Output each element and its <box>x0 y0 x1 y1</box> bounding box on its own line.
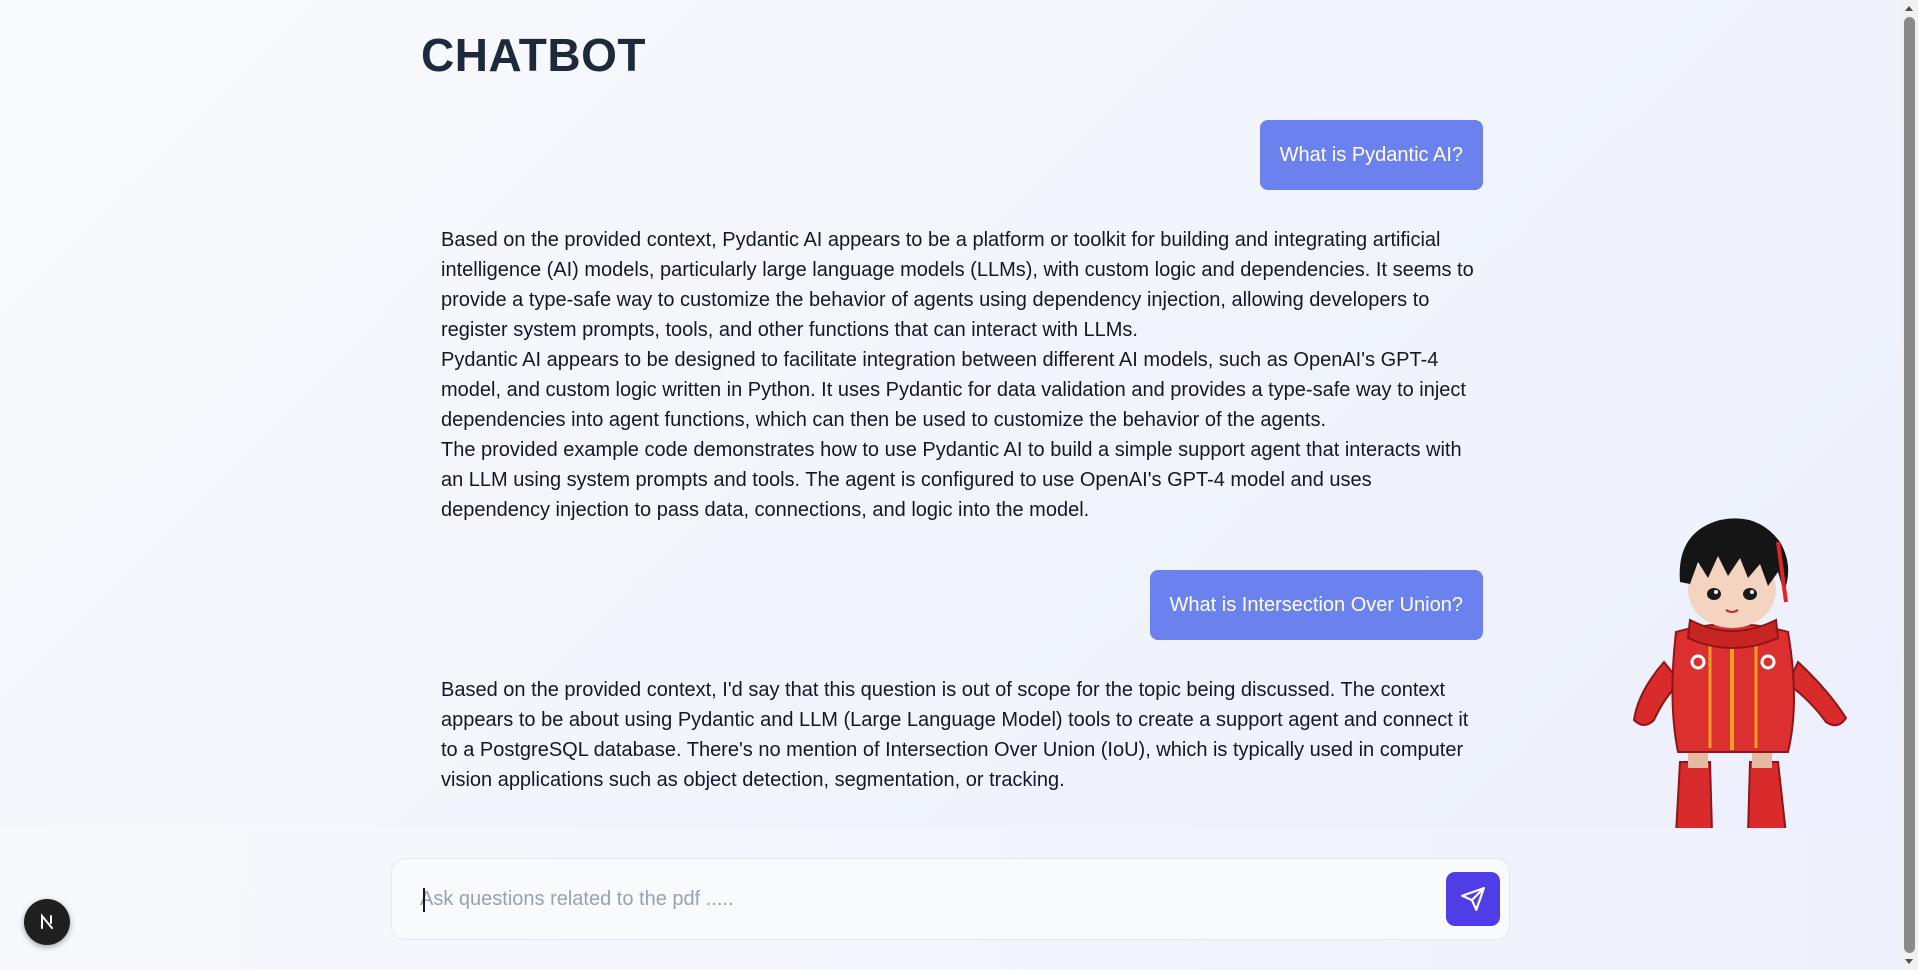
assistant-paragraph: Based on the provided context, I'd say t… <box>441 679 1469 791</box>
composer <box>391 858 1510 940</box>
question-input[interactable] <box>420 879 1420 919</box>
nextjs-logo-icon <box>41 913 53 929</box>
vertical-scrollbar[interactable] <box>1901 0 1918 970</box>
scrollbar-thumb[interactable] <box>1904 17 1915 953</box>
user-message: What is Intersection Over Union? <box>1149 570 1483 640</box>
chat-messages: What is Pydantic AI? Based on the provid… <box>421 120 1483 830</box>
scroll-up-arrow-icon[interactable] <box>1905 6 1913 11</box>
nextjs-dev-badge[interactable] <box>24 899 70 945</box>
assistant-paragraph: The provided example code demonstrates h… <box>441 439 1462 521</box>
assistant-message: Based on the provided context, I'd say t… <box>441 675 1481 795</box>
send-button[interactable] <box>1446 872 1500 926</box>
assistant-paragraph: Based on the provided context, Pydantic … <box>441 229 1474 341</box>
send-icon <box>1461 887 1485 911</box>
scroll-down-arrow-icon[interactable] <box>1905 959 1913 964</box>
user-message: What is Pydantic AI? <box>1259 120 1483 190</box>
page-title: CHATBOT <box>421 29 646 81</box>
text-cursor <box>423 888 425 912</box>
mascot-character-image <box>1628 512 1853 842</box>
assistant-paragraph: Pydantic AI appears to be designed to fa… <box>441 349 1466 431</box>
chat-app: CHATBOT What is Pydantic AI? Based on th… <box>0 0 1901 970</box>
assistant-message: Based on the provided context, Pydantic … <box>441 225 1481 525</box>
